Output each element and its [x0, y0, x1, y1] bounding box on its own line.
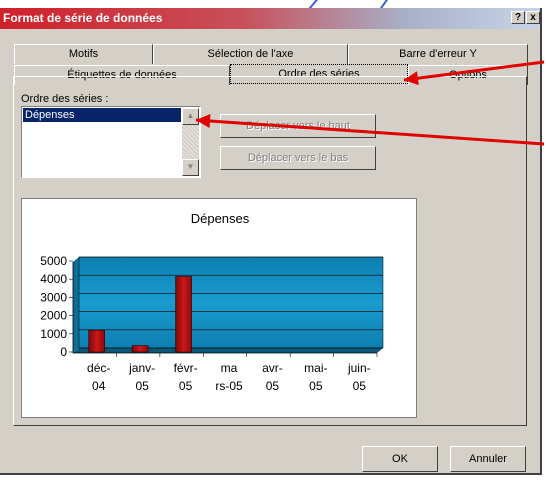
- plot-floor: [73, 348, 383, 353]
- x-tick-label: 05: [353, 379, 367, 393]
- close-button[interactable]: x: [526, 11, 540, 24]
- x-tick-label: juin-: [347, 361, 371, 375]
- x-tick-label: janv-: [128, 361, 155, 375]
- bar: [88, 329, 106, 353]
- plot-side-wall: [73, 257, 79, 353]
- x-tick-label: 05: [135, 379, 149, 393]
- x-tick-label: mai-: [304, 361, 327, 375]
- y-tick-label: 1000: [40, 327, 67, 341]
- bar-chart: Dépenses 5000 4000 3000 2000 1000 0 déc- 04 janv-…: [40, 211, 384, 393]
- x-tick-label: rs-05: [215, 379, 243, 393]
- chart-title: Dépenses: [191, 211, 250, 226]
- y-tick-label: 5000: [40, 254, 67, 268]
- x-tick-label: déc-: [87, 361, 110, 375]
- y-tick-label: 4000: [40, 272, 67, 286]
- x-tick-label: 04: [92, 379, 106, 393]
- series-order-label: Ordre des séries :: [21, 93, 109, 105]
- chart-preview: Dépenses 5000 4000 3000 2000 1000 0 déc- 04 janv-…: [21, 198, 417, 418]
- vertical-scrollbar[interactable]: ▲ ▼: [182, 108, 199, 176]
- tab-error-bar-y[interactable]: Barre d'erreur Y: [348, 44, 528, 64]
- cancel-button[interactable]: Annuler: [450, 446, 526, 472]
- x-tick-label: avr-: [262, 361, 283, 375]
- bar: [175, 276, 192, 353]
- move-down-button[interactable]: Déplacer vers le bas: [220, 146, 376, 170]
- y-tick-label: 2000: [40, 309, 67, 323]
- x-tick-label: ma: [221, 361, 238, 375]
- tab-axis-selection[interactable]: Sélection de l'axe: [153, 44, 348, 64]
- x-tick-label: 05: [309, 379, 323, 393]
- list-item-selected[interactable]: Dépenses: [23, 108, 181, 122]
- x-tick-label: févr-: [174, 361, 198, 375]
- ok-button[interactable]: OK: [362, 446, 438, 472]
- scroll-up-icon[interactable]: ▲: [182, 108, 199, 125]
- title-bar: Format de série de données ? x: [0, 8, 540, 29]
- move-up-button[interactable]: Déplacer vers le haut: [220, 114, 376, 138]
- x-tick-label: 05: [179, 379, 193, 393]
- dialog-title: Format de série de données: [3, 11, 163, 25]
- tab-motifs[interactable]: Motifs: [14, 44, 153, 64]
- series-listbox[interactable]: Dépenses ▲ ▼: [21, 106, 201, 178]
- x-tick-label: 05: [266, 379, 280, 393]
- plot-area: [78, 256, 384, 349]
- bar: [131, 345, 149, 353]
- help-button[interactable]: ?: [511, 11, 525, 24]
- scroll-down-icon[interactable]: ▼: [182, 159, 199, 176]
- y-tick-label: 3000: [40, 290, 67, 304]
- y-tick-label: 0: [60, 345, 67, 359]
